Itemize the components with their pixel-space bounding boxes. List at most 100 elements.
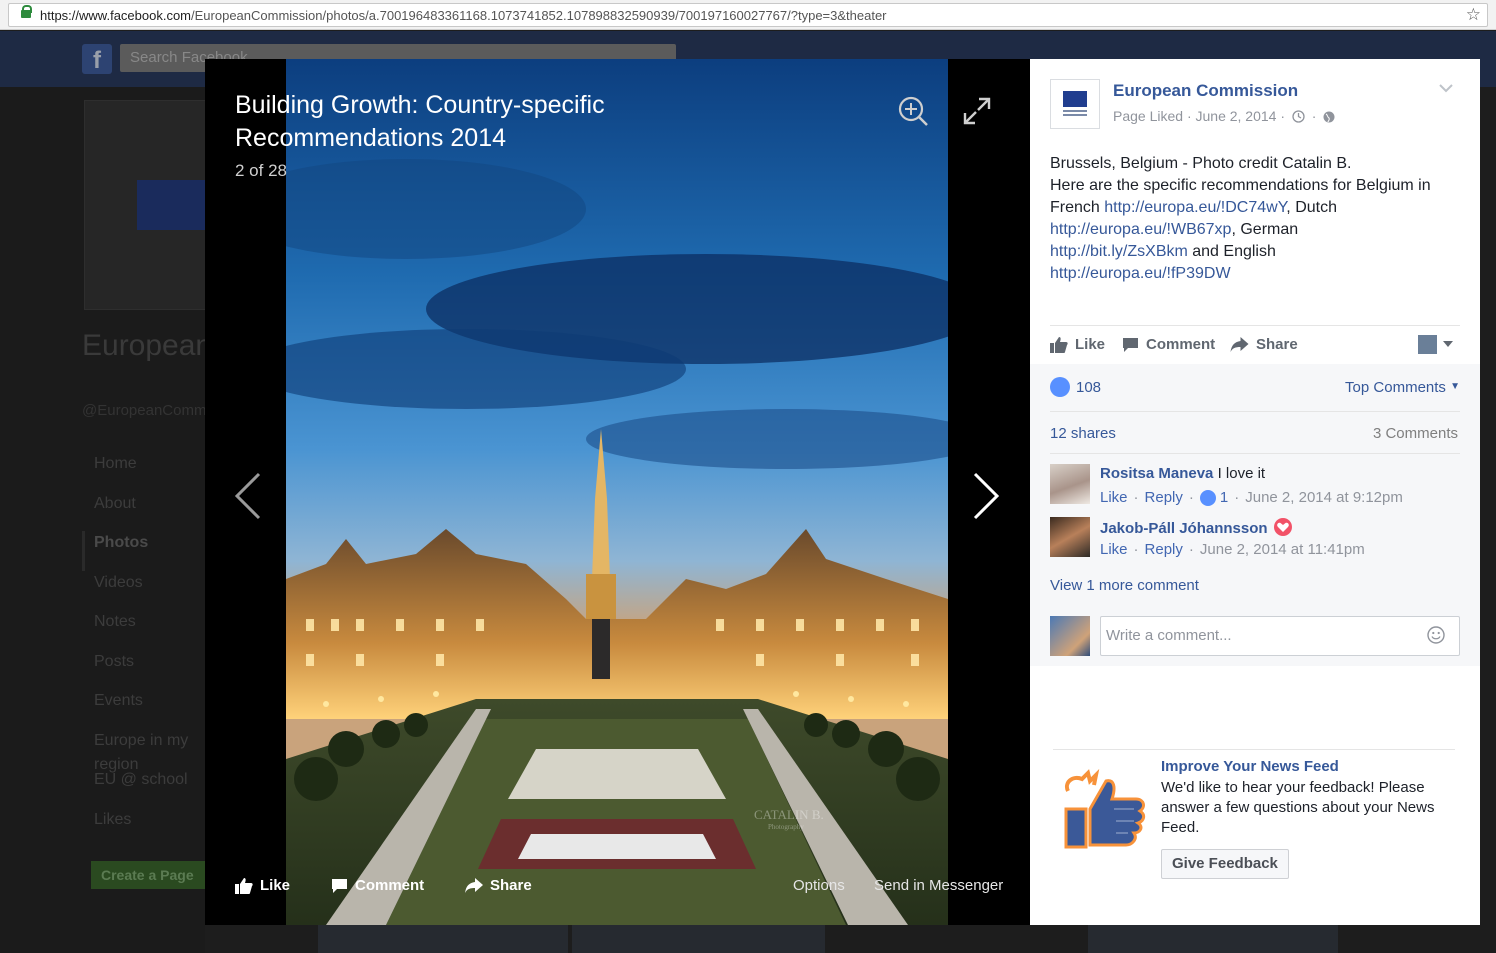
next-photo-arrow-icon[interactable] (971, 471, 1001, 521)
url-field[interactable]: https://www.facebook.com/EuropeanCommiss… (8, 3, 1488, 27)
comment-body: Jakob-Páll Jóhannsson (1100, 518, 1292, 537)
dimmed-photo-strip (318, 925, 1338, 953)
like-reaction-icon (1050, 377, 1070, 397)
meta-dot: · (1311, 108, 1317, 124)
emoji-icon[interactable] (1427, 626, 1445, 644)
thumbs-up-icon (1050, 336, 1068, 353)
divider (1053, 749, 1455, 750)
heart-icon (1273, 518, 1292, 536)
dot: · (1133, 489, 1139, 506)
photo-image[interactable]: CATALIN B. Photography (286, 59, 948, 925)
page-nav: Home About Photos Videos Notes Posts Eve… (82, 452, 205, 847)
comment-body: Rositsa Maneva I love it (1100, 465, 1265, 482)
eu-flag-icon (1063, 91, 1087, 107)
photo-comment-button[interactable]: Comment (331, 877, 424, 894)
previous-photo-arrow-icon[interactable] (233, 471, 263, 521)
zoom-in-icon[interactable] (897, 95, 929, 127)
browser-address-bar: https://www.facebook.com/EuropeanCommiss… (0, 0, 1496, 30)
commenter-name[interactable]: Jakob-Páll Jóhannsson (1100, 520, 1268, 537)
caret-down-icon[interactable] (1443, 341, 1453, 347)
nav-item-photos: Photos (82, 531, 205, 571)
link-german[interactable]: http://bit.ly/ZsXBkm (1050, 243, 1188, 260)
divider (1050, 453, 1460, 454)
post-text-line: , Dutch (1286, 199, 1337, 216)
link-english[interactable]: http://europa.eu/!fP39DW (1050, 265, 1231, 282)
feedback-text: We'd like to hear your feedback! Please … (1161, 779, 1435, 836)
comment-timestamp[interactable]: June 2, 2014 at 9:12pm (1245, 489, 1403, 506)
top-comments-dropdown[interactable]: Top Comments ▼ (1345, 379, 1460, 396)
photo-share-button[interactable]: Share (465, 877, 532, 894)
photo-action-bar: Like Comment Share Options Send in Messe… (205, 867, 1030, 903)
share-icon (465, 878, 483, 893)
page-avatar[interactable] (1050, 79, 1100, 129)
nav-item-likes: Likes (94, 810, 132, 828)
reactions-summary[interactable]: 108 (1050, 377, 1101, 397)
nav-item-eu-school: EU @ school (94, 771, 188, 788)
feedback-thumbs-up-icon (1064, 769, 1146, 849)
url-text: https://www.facebook.com/EuropeanCommiss… (40, 8, 887, 23)
photo-album-title: Building Growth: Country-specific Recomm… (235, 91, 605, 152)
link-french[interactable]: http://europa.eu/!DC74wY (1104, 199, 1286, 216)
comments-count[interactable]: 3 Comments (1373, 425, 1458, 442)
feedback-title[interactable]: Improve Your News Feed (1161, 758, 1339, 775)
commenter-name[interactable]: Rositsa Maneva (1100, 465, 1213, 482)
facebook-logo-icon: f (82, 44, 112, 74)
share-icon (1230, 337, 1249, 352)
comment-like-link[interactable]: Like (1100, 489, 1128, 506)
likes-count: 108 (1076, 378, 1102, 396)
post-share-button[interactable]: Share (1230, 336, 1298, 353)
photo-options-link[interactable]: Options (793, 877, 845, 894)
caret-down-icon: ▼ (1450, 381, 1460, 392)
shares-count[interactable]: 12 shares (1050, 425, 1116, 442)
post-meta: Page Liked · June 2, 2014 · · (1113, 108, 1335, 124)
comment-reply-link[interactable]: Reply (1145, 489, 1183, 506)
globe-icon (1323, 111, 1335, 123)
fullscreen-icon[interactable] (963, 97, 991, 125)
photo-like-button[interactable]: Like (235, 877, 290, 894)
comment-input[interactable]: Write a comment... (1100, 616, 1460, 656)
comment-timestamp[interactable]: June 2, 2014 at 11:41pm (1200, 541, 1365, 558)
viewer-avatar[interactable] (1050, 616, 1090, 656)
comment-reaction-count[interactable]: 1 (1220, 489, 1228, 506)
photo-theater: CATALIN B. Photography Building Growth: … (205, 59, 1030, 925)
url-domain: https://www.facebook.com (40, 8, 192, 23)
nav-item-posts: Posts (94, 652, 135, 670)
comment-actions: Like · Reply · 1 · June 2, 2014 at 9:12pm (1100, 489, 1403, 506)
view-more-comments-link[interactable]: View 1 more comment (1050, 577, 1199, 594)
post-text: Brussels, Belgium - Photo credit Catalin… (1050, 153, 1460, 285)
logo-line (1063, 114, 1087, 116)
chevron-down-icon[interactable] (1438, 83, 1454, 95)
logo-line (1063, 110, 1087, 112)
nav-item-videos: Videos (94, 573, 143, 591)
clock-icon (1292, 110, 1305, 123)
comment-like-link[interactable]: Like (1100, 541, 1128, 558)
post-like-button[interactable]: Like (1050, 336, 1105, 353)
send-in-messenger-link[interactable]: Send in Messenger (874, 877, 1003, 894)
post-comment-button[interactable]: Comment (1122, 336, 1215, 353)
commenter-avatar[interactable] (1050, 517, 1090, 557)
grand-place-photo: CATALIN B. Photography (286, 59, 948, 925)
bookmark-star-icon[interactable]: ☆ (1466, 5, 1481, 25)
comment-actions: Like · Reply · June 2, 2014 at 11:41pm (1100, 541, 1365, 558)
post-text-line: , German (1231, 221, 1299, 238)
nav-item-home: Home (94, 455, 137, 472)
post-comment-label: Comment (1146, 336, 1216, 353)
post-page-name[interactable]: European Commission (1113, 81, 1298, 101)
link-dutch[interactable]: http://europa.eu/!WB67xp (1050, 221, 1231, 238)
photo-watermark-sub: Photography (768, 823, 804, 831)
viewer-avatar-small[interactable] (1418, 335, 1437, 354)
post-text-line: Brussels, Belgium - Photo credit Catalin… (1050, 155, 1352, 172)
comment-icon (332, 878, 347, 893)
divider (1050, 325, 1460, 326)
comment-reply-link[interactable]: Reply (1145, 541, 1183, 558)
nav-item-events: Events (94, 692, 143, 709)
photo-watermark: CATALIN B. (754, 807, 824, 822)
dot: · (1188, 489, 1194, 506)
url-path: /EuropeanCommission/photos/a.70019648336… (191, 8, 887, 23)
divider (1050, 411, 1460, 412)
give-feedback-button[interactable]: Give Feedback (1161, 849, 1289, 879)
photo-share-label: Share (490, 877, 532, 894)
post-meta-text: Page Liked · June 2, 2014 · (1113, 108, 1286, 124)
commenter-avatar[interactable] (1050, 464, 1090, 504)
photo-counter: 2 of 28 (235, 161, 287, 180)
